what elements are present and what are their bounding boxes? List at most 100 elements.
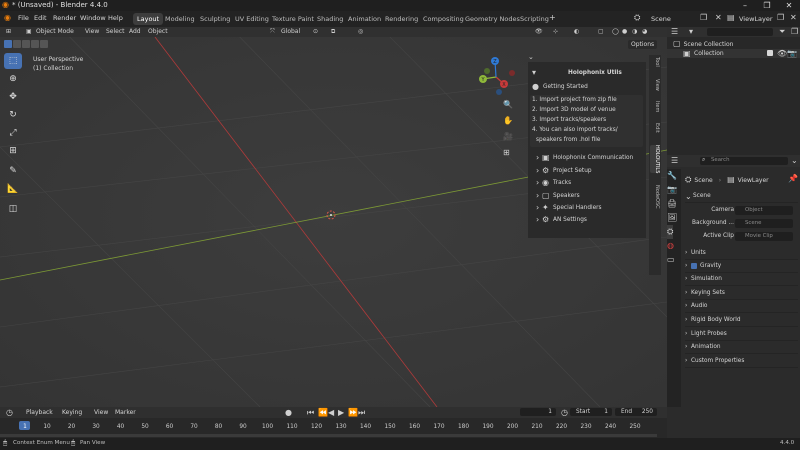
- section-special-handlers[interactable]: › ✦ Special Handlers: [528, 202, 646, 214]
- tab-scripting[interactable]: Scripting: [516, 13, 553, 25]
- end-frame-field[interactable]: End 250: [615, 408, 657, 416]
- new-scene-icon[interactable]: ❐: [700, 14, 707, 22]
- transform-orientation[interactable]: Global: [281, 27, 300, 37]
- outliner-editor-icon[interactable]: ☰: [671, 28, 678, 36]
- jump-start-icon[interactable]: ⏮: [307, 409, 314, 417]
- section-animation[interactable]: › Animation: [685, 341, 798, 354]
- select-subtract-icon[interactable]: [22, 40, 30, 48]
- menu-playback[interactable]: Playback: [26, 409, 53, 416]
- menu-view[interactable]: View: [85, 27, 99, 37]
- camera-render-icon[interactable]: 📷: [787, 50, 797, 58]
- start-frame-field[interactable]: Start 1: [570, 408, 612, 416]
- npanel-collapse-icon[interactable]: ⌄: [528, 54, 534, 61]
- snap-icon[interactable]: ⧉: [331, 27, 335, 37]
- section-tracks[interactable]: › ◉ Tracks: [528, 177, 646, 189]
- view-layer-icon[interactable]: ▤: [727, 14, 735, 22]
- select-intersect-icon[interactable]: [40, 40, 48, 48]
- menu-object[interactable]: Object: [148, 27, 168, 37]
- tab-texture-paint[interactable]: Texture Paint: [268, 13, 318, 25]
- tab-nodeosc[interactable]: NodeOSC: [650, 185, 660, 209]
- overlay-toggle-icon[interactable]: ◐: [574, 27, 579, 37]
- menu-window[interactable]: Window: [80, 14, 106, 22]
- section-holophonix-communication[interactable]: › ▣ Holophonix Communication: [528, 152, 646, 164]
- menu-file[interactable]: File: [18, 14, 29, 22]
- menu-select[interactable]: Select: [106, 27, 125, 37]
- section-keying-sets[interactable]: › Keying Sets: [685, 287, 798, 300]
- pin-icon[interactable]: 📌: [788, 175, 798, 183]
- rotate-tool[interactable]: ↻: [4, 107, 22, 123]
- tab-view[interactable]: View: [650, 79, 660, 91]
- section-rigid-body-world[interactable]: › Rigid Body World: [685, 314, 798, 327]
- jump-end-icon[interactable]: ⏭: [358, 409, 365, 417]
- properties-search-field[interactable]: ⌕ Search: [700, 157, 788, 165]
- add-cube-tool[interactable]: ◫: [4, 201, 22, 217]
- tool-tab-icon[interactable]: 🔧: [667, 169, 677, 183]
- transform-tool[interactable]: ⊞: [4, 143, 22, 159]
- next-keyframe-icon[interactable]: ⏩: [348, 409, 358, 417]
- menu-add[interactable]: Add: [129, 27, 141, 37]
- tab-rendering[interactable]: Rendering: [381, 13, 422, 25]
- world-tab-icon[interactable]: ◍: [667, 239, 674, 253]
- tab-shading[interactable]: Shading: [313, 13, 347, 25]
- tab-holoutils[interactable]: HOLOUTILS: [650, 145, 660, 174]
- visibility-icon[interactable]: 👁: [535, 27, 543, 37]
- section-project-setup[interactable]: › ⚙ Project Setup: [528, 165, 646, 177]
- zoom-icon[interactable]: 🔍: [503, 97, 513, 113]
- new-collection-icon[interactable]: ❐: [791, 28, 798, 36]
- menu-keying[interactable]: Keying: [62, 409, 82, 416]
- current-frame-field[interactable]: 1: [520, 408, 556, 416]
- scene-panel-header[interactable]: ⌄ Scene: [685, 190, 798, 203]
- shading-solid-icon[interactable]: ●: [622, 27, 627, 37]
- render-tab-icon[interactable]: 📷: [667, 183, 677, 197]
- section-custom-properties[interactable]: › Custom Properties: [685, 355, 798, 368]
- new-view-layer-icon[interactable]: ❐: [777, 14, 784, 22]
- camera-field[interactable]: Object: [735, 206, 793, 215]
- move-tool[interactable]: ✥: [4, 89, 22, 105]
- minimize-button[interactable]: –: [734, 0, 756, 11]
- section-units[interactable]: › Units: [685, 247, 798, 260]
- editor-type-icon[interactable]: ⊞: [6, 27, 11, 37]
- filter-icon[interactable]: ⏷: [779, 28, 785, 36]
- section-audio[interactable]: › Audio: [685, 300, 798, 313]
- gravity-checkbox[interactable]: [691, 263, 697, 269]
- mode-selector[interactable]: Object Mode: [36, 27, 74, 37]
- menu-render[interactable]: Render: [53, 14, 76, 22]
- section-light-probes[interactable]: › Light Probes: [685, 328, 798, 341]
- cursor-tool[interactable]: ⊕: [4, 71, 22, 87]
- camera-view-icon[interactable]: 🎥: [503, 129, 513, 145]
- options-dropdown[interactable]: Options: [628, 40, 658, 49]
- scene-icon[interactable]: ⛭: [634, 14, 640, 22]
- timeline-scrollbar[interactable]: [0, 434, 657, 437]
- options-chevron-icon[interactable]: ⌄: [791, 157, 798, 165]
- perspective-toggle-icon[interactable]: ⊞: [503, 145, 510, 161]
- gizmo-toggle-icon[interactable]: ⊹: [553, 27, 558, 37]
- menu-edit[interactable]: Edit: [34, 14, 47, 22]
- select-extend-icon[interactable]: [13, 40, 21, 48]
- maximize-button[interactable]: ❐: [756, 0, 778, 11]
- tab-modeling[interactable]: Modeling: [161, 13, 199, 25]
- collection-row[interactable]: ▣ Collection 👁 📷: [667, 49, 800, 58]
- add-workspace-icon[interactable]: +: [549, 14, 556, 22]
- tab-geometry-nodes[interactable]: Geometry Nodes: [461, 13, 524, 25]
- menu-timeline-view[interactable]: View: [94, 409, 108, 416]
- annotate-tool[interactable]: ✎: [4, 163, 22, 179]
- shading-wireframe-icon[interactable]: ◯: [612, 27, 619, 37]
- outliner-search-field[interactable]: [707, 28, 773, 36]
- background-field[interactable]: Scene: [735, 219, 793, 228]
- timeline-editor-icon[interactable]: ◷: [6, 409, 13, 417]
- navigation-gizmo[interactable]: X Y Z: [474, 55, 518, 99]
- shading-rendered-icon[interactable]: ◕: [642, 27, 647, 37]
- select-invert-icon[interactable]: [31, 40, 39, 48]
- eye-icon[interactable]: 👁: [777, 50, 787, 58]
- play-reverse-icon[interactable]: ◀: [328, 409, 334, 417]
- record-icon[interactable]: ●: [285, 409, 292, 417]
- tab-layout[interactable]: Layout: [133, 13, 164, 25]
- menu-help[interactable]: Help: [108, 14, 123, 22]
- measure-tool[interactable]: 📐: [4, 181, 22, 197]
- proportional-edit-icon[interactable]: ◎: [358, 27, 363, 37]
- display-mode-icon[interactable]: ▾: [689, 28, 693, 36]
- xray-icon[interactable]: ▢: [598, 27, 604, 37]
- collection-tab-icon[interactable]: ▭: [667, 253, 675, 267]
- view-layer-tab-icon[interactable]: 🖼: [667, 211, 677, 225]
- section-simulation[interactable]: › Simulation: [685, 273, 798, 286]
